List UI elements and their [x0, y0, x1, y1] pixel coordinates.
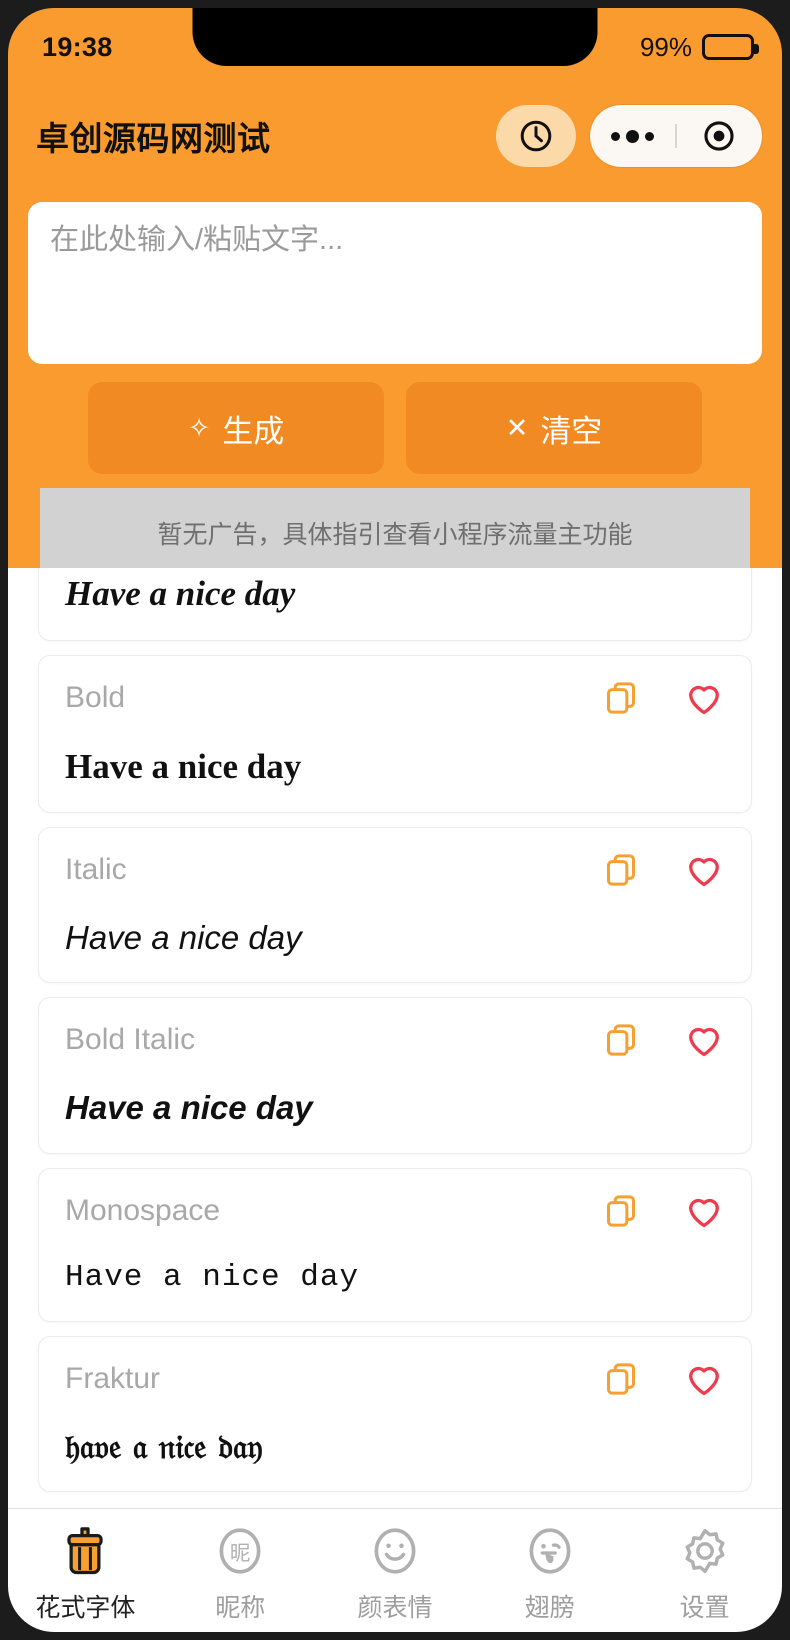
brush-icon [59, 1523, 111, 1579]
action-buttons-row: ✧ 生成 ✕ 清空 [88, 382, 702, 474]
heart-icon [689, 1366, 719, 1395]
device-notch [192, 8, 598, 66]
copy-icon [607, 854, 635, 886]
favorite-button[interactable] [683, 1190, 725, 1232]
copy-icon [607, 1363, 635, 1395]
tab-item-2[interactable]: 昵 昵称 [163, 1523, 318, 1624]
tab-item-3[interactable]: 颜表情 [318, 1523, 473, 1624]
clear-button[interactable]: ✕ 清空 [406, 382, 702, 474]
card-header: Monospace [65, 1189, 725, 1233]
nav-actions [496, 105, 762, 167]
list-scroll-container: Have a nice day Bold Have a nice day Ita… [8, 568, 782, 1492]
text-input-area[interactable]: 在此处输入/粘贴文字... [28, 202, 762, 364]
generate-button-label: 生成 [222, 413, 285, 449]
status-time: 19:38 [42, 31, 113, 62]
ad-banner-text: 暂无广告，具体指引查看小程序流量主功能 [157, 521, 633, 549]
heart-icon [689, 1028, 719, 1057]
tab-label: 翅膀 [524, 1594, 575, 1622]
card-action-icons [601, 1019, 725, 1061]
card-sample-text: Have a nice day [65, 919, 302, 956]
favorite-button[interactable] [683, 849, 725, 891]
card-action-icons [601, 1190, 725, 1232]
phone-screen: 19:38 99% 卓创源码网测试 在此处输入/粘贴文字... ✧ 生成 ✕ 清… [0, 0, 790, 1640]
tab-label: 昵称 [215, 1594, 266, 1622]
card-style-label: Bold [65, 680, 126, 714]
favorite-button[interactable] [683, 677, 725, 719]
card-action-icons [601, 849, 725, 891]
heart-icon [689, 685, 719, 714]
font-style-card[interactable]: Have a nice day [38, 568, 752, 641]
favorite-button[interactable] [683, 1019, 725, 1061]
copy-button[interactable] [601, 1359, 641, 1399]
card-sample-text: 𝔥𝔞𝔳𝔢 𝔞 𝔫𝔦𝔠𝔢 𝔡𝔞𝔶 [65, 1426, 263, 1466]
svg-text:昵: 昵 [230, 1543, 250, 1565]
font-style-card[interactable]: Bold Have a nice day [38, 654, 752, 813]
tab-label: 花式字体 [35, 1594, 136, 1622]
generate-button[interactable]: ✧ 生成 [88, 382, 384, 474]
card-header: Bold [65, 676, 725, 720]
favorite-button[interactable] [683, 1358, 725, 1400]
card-header: Bold Italic [65, 1018, 725, 1062]
heart-icon [689, 1198, 719, 1227]
status-right: 99% [639, 31, 759, 63]
card-style-label: Bold Italic [65, 1023, 196, 1057]
copy-button[interactable] [601, 1191, 641, 1231]
tab-label: 设置 [679, 1594, 730, 1622]
font-style-card[interactable]: Bold Italic Have a nice day [38, 997, 752, 1154]
battery-icon [702, 34, 759, 60]
target-circle-icon [704, 121, 734, 151]
card-sample-text: Have a nice day [65, 1089, 313, 1127]
card-sample-text: Have a nice day [65, 746, 302, 786]
tab-item-5[interactable]: 设置 [627, 1523, 782, 1624]
card-sample-text: Have a nice day [65, 574, 296, 613]
card-header: Fraktur [65, 1357, 725, 1401]
gear-icon [679, 1523, 731, 1579]
card-action-icons [601, 1358, 725, 1400]
miniprogram-capsule[interactable] [590, 105, 762, 167]
nav-bar: 卓创源码网测试 [8, 86, 782, 186]
nickname-circle-icon: 昵 [214, 1523, 266, 1579]
wink-tongue-face-icon [529, 1528, 571, 1574]
brush-icon [67, 1527, 104, 1575]
copy-button[interactable] [601, 1020, 641, 1060]
capsule-more-button[interactable] [590, 129, 675, 143]
copy-button[interactable] [601, 850, 641, 890]
nickname-circle-icon: 昵 [219, 1528, 261, 1574]
copy-icon [607, 1024, 635, 1056]
copy-icon [607, 681, 635, 714]
copy-icon [607, 1194, 635, 1227]
font-style-card[interactable]: Italic Have a nice day [38, 827, 752, 984]
card-style-label: Italic [65, 853, 127, 886]
font-style-card[interactable]: Fraktur 𝔥𝔞𝔳𝔢 𝔞 𝔫𝔦𝔠𝔢 𝔡𝔞𝔶 [38, 1335, 752, 1492]
card-action-icons [601, 677, 725, 719]
text-input-placeholder: 在此处输入/粘贴文字... [50, 224, 344, 256]
ad-banner[interactable]: 暂无广告，具体指引查看小程序流量主功能 [40, 488, 750, 578]
card-header: Italic [65, 848, 725, 892]
capsule-close-button[interactable] [677, 119, 762, 153]
clock-icon [520, 120, 552, 152]
wink-tongue-face-icon [524, 1523, 576, 1579]
page-title: 卓创源码网测试 [36, 120, 271, 157]
bottom-tab-bar: 花式字体 昵 昵称 颜表情 翅膀 设置 [8, 1508, 782, 1632]
header-region: 19:38 99% 卓创源码网测试 在此处输入/粘贴文字... ✧ 生成 ✕ 清… [8, 8, 782, 578]
font-style-list[interactable]: Have a nice day Bold Have a nice day Ita… [8, 568, 782, 1508]
card-style-label: Monospace [65, 1193, 221, 1227]
clear-button-label: 清空 [540, 413, 603, 449]
card-sample-text: Have a nice day [65, 1259, 360, 1295]
gear-icon [685, 1528, 725, 1574]
magic-wand-icon: ✧ [187, 412, 211, 443]
tab-item-1[interactable]: 花式字体 [8, 1523, 163, 1624]
copy-button[interactable] [601, 678, 641, 718]
smiley-face-icon [369, 1523, 421, 1579]
heart-icon [689, 857, 719, 887]
more-dots-icon [611, 129, 655, 143]
tab-label: 颜表情 [357, 1594, 433, 1622]
card-style-label: Fraktur [65, 1361, 161, 1395]
clock-button[interactable] [496, 105, 576, 167]
font-style-card[interactable]: Monospace Have a nice day [38, 1167, 752, 1322]
tab-item-4[interactable]: 翅膀 [472, 1523, 627, 1624]
smiley-face-icon [374, 1528, 416, 1574]
battery-percent-label: 99% [639, 31, 692, 62]
close-x-icon: ✕ [505, 412, 529, 443]
